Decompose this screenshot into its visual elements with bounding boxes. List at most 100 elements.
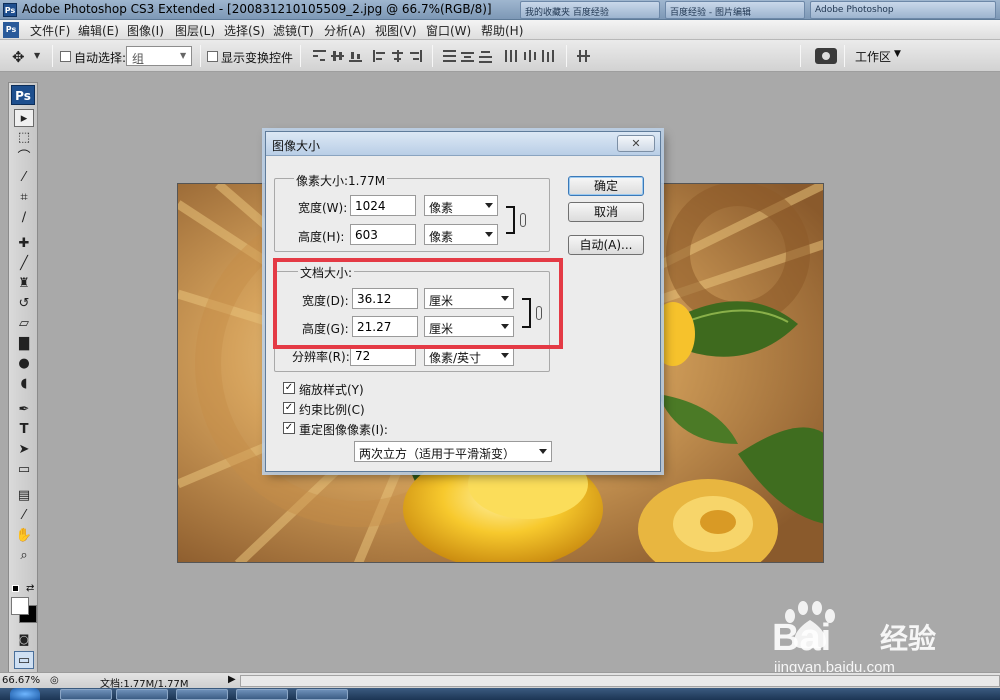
default-colors-icon[interactable] xyxy=(12,585,19,592)
resolution-unit-value: 像素/英寸 xyxy=(429,351,482,365)
align-right-edges-icon[interactable] xyxy=(408,49,423,63)
align-vertical-centers-icon[interactable] xyxy=(330,49,345,63)
status-info-icon[interactable]: ◎ xyxy=(50,675,59,686)
menu-select[interactable]: 选择(S) xyxy=(224,22,265,39)
taskbar-app-4[interactable] xyxy=(236,689,288,700)
zoom-tool-icon[interactable]: ⌕ xyxy=(14,547,34,565)
type-tool-icon[interactable]: T xyxy=(14,421,34,439)
quick-mask-icon[interactable]: ◙ xyxy=(14,631,34,649)
resample-method-select[interactable]: 两次立方（适用于平滑渐变） xyxy=(354,441,552,462)
horizontal-scrollbar[interactable] xyxy=(240,675,1000,687)
crop-tool-icon[interactable]: ⌗ xyxy=(14,189,34,207)
chevron-down-icon: ▼ xyxy=(180,51,187,60)
zoom-level[interactable]: 66.67% xyxy=(2,675,40,686)
taskbar-app-1[interactable] xyxy=(60,689,112,700)
app-menu-icon[interactable]: Ps xyxy=(3,22,19,38)
magic-wand-tool-icon[interactable]: ⁄ xyxy=(14,169,34,187)
show-transform-checkbox[interactable] xyxy=(207,49,218,63)
distribute-horizontal-centers-icon[interactable] xyxy=(522,49,537,63)
separator xyxy=(200,45,201,67)
workspace-menu-label[interactable]: 工作区 xyxy=(855,48,891,65)
cancel-button[interactable]: 取消 xyxy=(568,202,644,222)
path-selection-tool-icon[interactable]: ➤ xyxy=(14,441,34,459)
taskbar-thumb-3[interactable]: Adobe Photoshop xyxy=(810,1,996,19)
separator xyxy=(432,45,433,67)
align-bottom-edges-icon[interactable] xyxy=(348,49,363,63)
constrain-proportions-checkbox[interactable]: ✓ xyxy=(283,402,295,414)
blur-tool-icon[interactable]: ● xyxy=(14,355,34,373)
hand-tool-icon[interactable]: ✋ xyxy=(14,527,34,545)
menu-view[interactable]: 视图(V) xyxy=(375,22,417,39)
auto-align-layers-icon[interactable] xyxy=(576,49,591,63)
distribute-bottom-edges-icon[interactable] xyxy=(478,49,493,63)
menu-edit[interactable]: 编辑(E) xyxy=(78,22,119,39)
align-top-edges-icon[interactable] xyxy=(312,49,327,63)
dodge-tool-icon[interactable]: ◖ xyxy=(14,375,34,393)
pixel-width-unit-value: 像素 xyxy=(429,201,454,215)
pen-tool-icon[interactable]: ✒ xyxy=(14,401,34,419)
swap-colors-icon[interactable]: ⇄ xyxy=(26,583,34,594)
pixel-width-input[interactable] xyxy=(350,195,416,216)
auto-select-checkbox[interactable] xyxy=(60,49,71,63)
auto-select-label: 自动选择: xyxy=(74,51,127,65)
distribute-top-edges-icon[interactable] xyxy=(442,49,457,63)
camera-icon[interactable] xyxy=(815,48,837,64)
menu-file[interactable]: 文件(F) xyxy=(30,22,70,39)
distribute-vertical-centers-icon[interactable] xyxy=(460,49,475,63)
history-brush-tool-icon[interactable]: ↺ xyxy=(14,295,34,313)
healing-brush-tool-icon[interactable]: ✚ xyxy=(14,235,34,253)
menu-help[interactable]: 帮助(H) xyxy=(481,22,523,39)
align-horizontal-centers-icon[interactable] xyxy=(390,49,405,63)
close-icon[interactable]: ✕ xyxy=(617,135,655,152)
taskbar-app-2[interactable] xyxy=(116,689,168,700)
move-tool-preset-icon[interactable]: ✥ xyxy=(12,48,25,66)
eyedropper-tool-icon[interactable]: ⁄ xyxy=(14,507,34,525)
taskbar-thumb-1[interactable]: 我的收藏夹 百度经验 xyxy=(520,1,660,19)
preset-dropdown-arrow-icon[interactable]: ▼ xyxy=(34,51,40,60)
separator xyxy=(566,45,567,67)
constrain-proportions-label: 约束比例(C) xyxy=(299,403,365,417)
taskbar-thumb-2[interactable]: 百度经验 - 图片编辑 xyxy=(665,1,805,19)
pixel-width-unit-select[interactable]: 像素 xyxy=(424,195,498,216)
baidu-jingyan-watermark: Bai 经验 jingyan.baidu.com xyxy=(772,601,936,676)
menu-window[interactable]: 窗口(W) xyxy=(426,22,471,39)
watermark-brand-cn: 经验 xyxy=(880,622,936,655)
shape-tool-icon[interactable]: ▭ xyxy=(14,461,34,479)
separator xyxy=(844,45,845,67)
pixel-height-input[interactable] xyxy=(350,224,416,245)
auto-select-dropdown[interactable]: 组 ▼ xyxy=(126,46,192,66)
slice-tool-icon[interactable]: ∕ xyxy=(14,209,34,227)
start-button-icon[interactable] xyxy=(10,688,40,700)
resample-image-checkbox[interactable]: ✓ xyxy=(283,422,295,434)
notes-tool-icon[interactable]: ▤ xyxy=(14,487,34,505)
auto-button[interactable]: 自动(A)... xyxy=(568,235,644,255)
distribute-left-edges-icon[interactable] xyxy=(504,49,519,63)
menu-layer[interactable]: 图层(L) xyxy=(175,22,215,39)
clone-stamp-tool-icon[interactable]: ♜ xyxy=(14,275,34,293)
foreground-color-swatch[interactable] xyxy=(11,597,29,615)
lasso-tool-icon[interactable]: ⌒ xyxy=(14,149,34,167)
scale-styles-checkbox[interactable]: ✓ xyxy=(283,382,295,394)
taskbar-app-5[interactable] xyxy=(296,689,348,700)
align-left-edges-icon[interactable] xyxy=(372,49,387,63)
marquee-tool-icon[interactable]: ⬚ xyxy=(14,129,34,147)
brush-tool-icon[interactable]: ╱ xyxy=(14,255,34,273)
pixel-height-unit-value: 像素 xyxy=(429,230,454,244)
menu-analysis[interactable]: 分析(A) xyxy=(324,22,366,39)
resample-image-label: 重定图像像素(I): xyxy=(299,423,388,437)
menu-image[interactable]: 图像(I) xyxy=(127,22,164,39)
distribute-right-edges-icon[interactable] xyxy=(540,49,555,63)
status-menu-arrow-icon[interactable]: ▶ xyxy=(228,674,236,685)
ok-button[interactable]: 确定 xyxy=(568,176,644,196)
gradient-tool-icon[interactable]: ▇ xyxy=(14,335,34,353)
options-bar: ✥ ▼ 自动选择: 组 ▼ 显示变换控件 工作区 ▼ xyxy=(0,40,1000,72)
taskbar-app-3[interactable] xyxy=(176,689,228,700)
screen-mode-icon[interactable]: ▭ xyxy=(14,651,34,669)
toolbox: Ps ▸ ⬚ ⌒ ⁄ ⌗ ∕ ✚ ╱ ♜ ↺ ▱ ▇ ● ◖ ✒ T ➤ ▭ ▤… xyxy=(8,82,38,674)
move-tool-icon[interactable]: ▸ xyxy=(14,109,34,127)
status-bar: 66.67% ◎ 文档:1.77M/1.77M ▶ xyxy=(0,672,1000,690)
menu-filter[interactable]: 滤镜(T) xyxy=(273,22,314,39)
pixel-height-unit-select[interactable]: 像素 xyxy=(424,224,498,245)
workspace-chevron-down-icon[interactable]: ▼ xyxy=(894,49,901,59)
eraser-tool-icon[interactable]: ▱ xyxy=(14,315,34,333)
